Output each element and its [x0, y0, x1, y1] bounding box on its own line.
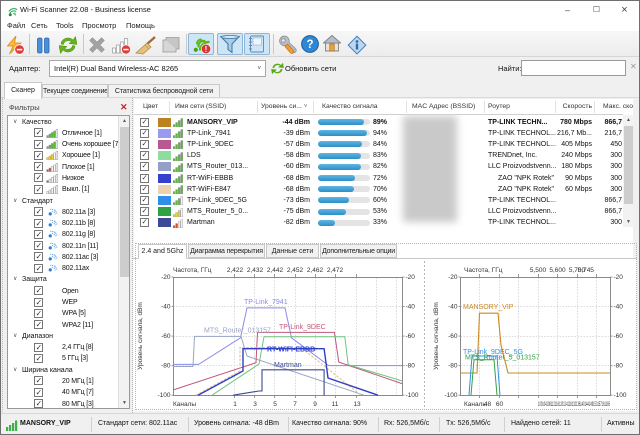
svg-text:3: 3 — [253, 401, 257, 408]
svg-text:13: 13 — [353, 401, 361, 408]
svg-text:-100: -100 — [444, 392, 457, 399]
svg-text:-20: -20 — [614, 274, 624, 281]
svg-text:11: 11 — [332, 401, 339, 408]
svg-text:!: ! — [205, 45, 208, 54]
svg-text:5,500: 5,500 — [530, 267, 547, 274]
svg-text:9: 9 — [313, 401, 317, 408]
svg-text:TP-Link_7941: TP-Link_7941 — [244, 299, 288, 306]
svg-text:-60: -60 — [448, 333, 458, 340]
svg-text:-20: -20 — [161, 274, 171, 281]
svg-text:7: 7 — [293, 401, 297, 408]
svg-text:Уровень сигнала, dBm: Уровень сигнала, dBm — [433, 302, 440, 370]
svg-text:2,442: 2,442 — [267, 267, 284, 274]
svg-text:-80: -80 — [614, 363, 624, 370]
svg-text:5,600: 5,600 — [549, 267, 566, 274]
svg-text:-100: -100 — [614, 392, 627, 399]
svg-text:-100: -100 — [406, 392, 419, 399]
svg-text:TP-Link_9DEC: TP-Link_9DEC — [279, 324, 326, 331]
svg-text:2,462: 2,462 — [307, 267, 324, 274]
svg-text:Каналы: Каналы — [173, 401, 196, 408]
svg-text:MTS_Router_013157: MTS_Router_013157 — [204, 328, 271, 335]
svg-text:1: 1 — [233, 401, 237, 408]
svg-text:-20: -20 — [448, 274, 458, 281]
svg-text:Частота, ГГц: Частота, ГГц — [173, 267, 212, 274]
svg-text:-80: -80 — [448, 363, 458, 370]
svg-text:-60: -60 — [406, 333, 416, 340]
svg-text:2,472: 2,472 — [327, 267, 344, 274]
svg-text:-40: -40 — [406, 304, 416, 311]
svg-text:100104108112116120124128132136: 1001041081121161201241281321361401441491… — [538, 402, 610, 408]
svg-text:5: 5 — [273, 401, 277, 408]
svg-text:2,432: 2,432 — [247, 267, 264, 274]
svg-text:60: 60 — [496, 401, 504, 408]
svg-text:-40: -40 — [614, 304, 624, 311]
svg-text:?: ? — [306, 39, 313, 51]
svg-text:2,452: 2,452 — [287, 267, 304, 274]
svg-text:RT-WiFi-EBBB: RT-WiFi-EBBB — [267, 347, 315, 354]
svg-text:-60: -60 — [161, 333, 171, 340]
svg-text:-40: -40 — [448, 304, 458, 311]
svg-text:-20: -20 — [406, 274, 416, 281]
svg-text:Уровень сигнала, dBm: Уровень сигнала, dBm — [137, 302, 144, 370]
svg-text:-100: -100 — [157, 392, 170, 399]
svg-text:Martman: Martman — [274, 362, 302, 369]
svg-text:Частота, ГГц: Частота, ГГц — [464, 267, 503, 274]
svg-text:MANSORY_VIP: MANSORY_VIP — [463, 304, 514, 311]
svg-text:-60: -60 — [614, 333, 624, 340]
svg-text:5,745: 5,745 — [578, 267, 595, 274]
svg-text:MTS_Router_5_013157: MTS_Router_5_013157 — [465, 355, 540, 362]
svg-text:48: 48 — [484, 401, 492, 408]
svg-text:2,422: 2,422 — [227, 267, 244, 274]
svg-text:-80: -80 — [161, 363, 171, 370]
svg-text:-80: -80 — [406, 363, 416, 370]
svg-text:-40: -40 — [161, 304, 171, 311]
